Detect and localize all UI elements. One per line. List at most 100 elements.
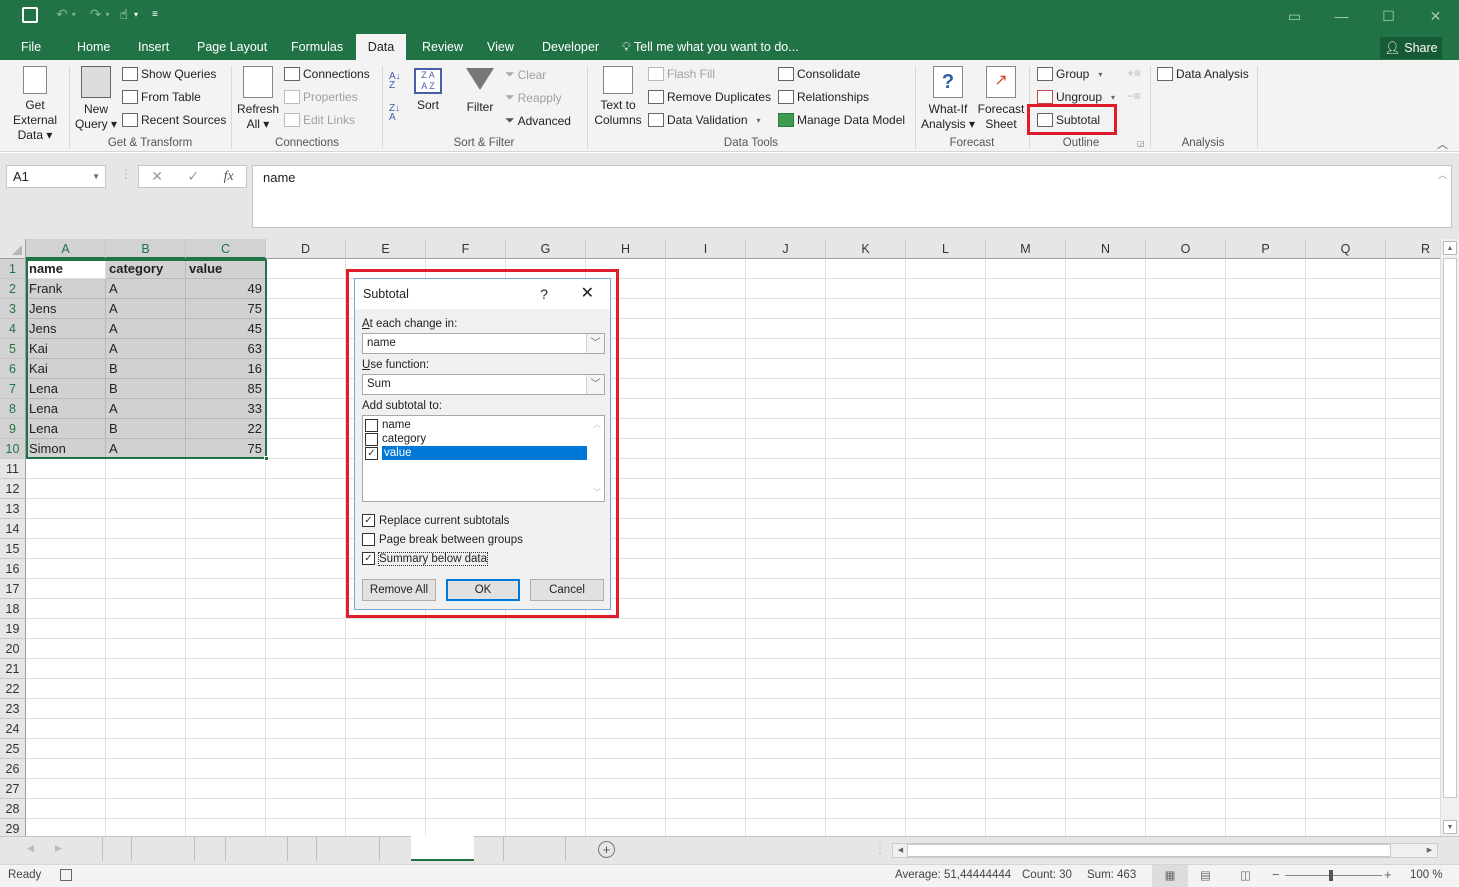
empty-cell[interactable] [186, 799, 266, 819]
empty-cell[interactable] [1146, 319, 1226, 339]
empty-cell[interactable] [906, 399, 986, 419]
empty-cell[interactable] [1226, 379, 1306, 399]
table-cell[interactable]: value [186, 259, 266, 279]
empty-cell[interactable] [906, 439, 986, 459]
clear-filter-button[interactable]: ⏷ Clear [505, 67, 546, 82]
empty-cell[interactable] [746, 379, 826, 399]
empty-cell[interactable] [906, 539, 986, 559]
empty-cell[interactable] [1146, 799, 1226, 819]
confirm-entry-icon[interactable]: ✓ [187, 168, 199, 185]
empty-cell[interactable] [1226, 359, 1306, 379]
table-cell[interactable]: B [106, 379, 186, 399]
empty-cell[interactable] [666, 599, 746, 619]
empty-cell[interactable] [1226, 439, 1306, 459]
empty-cell[interactable] [426, 659, 506, 679]
empty-cell[interactable] [666, 639, 746, 659]
empty-cell[interactable] [1386, 519, 1440, 539]
empty-cell[interactable] [906, 779, 986, 799]
column-header-d[interactable]: D [266, 239, 346, 259]
sheet-tab[interactable] [474, 837, 504, 861]
row-header-24[interactable]: 24 [0, 719, 26, 739]
checkbox-category[interactable] [365, 432, 378, 446]
empty-cell[interactable] [106, 619, 186, 639]
empty-cell[interactable] [826, 619, 906, 639]
empty-cell[interactable] [186, 499, 266, 519]
chevron-down-icon[interactable]: ﹀ [586, 334, 604, 353]
empty-cell[interactable] [1066, 779, 1146, 799]
table-cell[interactable]: A [106, 399, 186, 419]
empty-cell[interactable] [826, 499, 906, 519]
name-box[interactable]: A1 ▼ [6, 165, 106, 188]
empty-cell[interactable] [586, 699, 666, 719]
close-icon[interactable]: ✕ [1412, 0, 1459, 32]
table-cell[interactable]: 49 [186, 279, 266, 299]
prev-sheet-icon[interactable]: ◀ [27, 843, 34, 854]
table-cell[interactable]: Lena [26, 379, 106, 399]
empty-cell[interactable] [666, 679, 746, 699]
column-header-q[interactable]: Q [1306, 239, 1386, 259]
empty-cell[interactable] [1066, 619, 1146, 639]
column-header-o[interactable]: O [1146, 239, 1226, 259]
empty-cell[interactable] [826, 659, 906, 679]
column-header-e[interactable]: E [346, 239, 426, 259]
sheet-bar-grip-icon[interactable]: ⋮ [874, 842, 886, 856]
empty-cell[interactable] [266, 699, 346, 719]
empty-cell[interactable] [906, 639, 986, 659]
empty-cell[interactable] [1386, 419, 1440, 439]
empty-cell[interactable] [1226, 499, 1306, 519]
empty-cell[interactable] [986, 359, 1066, 379]
empty-cell[interactable] [106, 519, 186, 539]
connections-button[interactable]: Connections [284, 67, 370, 81]
empty-cell[interactable] [1146, 659, 1226, 679]
empty-cell[interactable] [266, 639, 346, 659]
empty-cell[interactable] [186, 599, 266, 619]
empty-cell[interactable] [986, 679, 1066, 699]
empty-cell[interactable] [266, 319, 346, 339]
empty-cell[interactable] [26, 699, 106, 719]
row-header-3[interactable]: 3 [0, 299, 26, 319]
empty-cell[interactable] [106, 759, 186, 779]
row-header-11[interactable]: 11 [0, 459, 26, 479]
empty-cell[interactable] [346, 799, 426, 819]
tab-view[interactable]: View [479, 34, 522, 60]
empty-cell[interactable] [826, 819, 906, 836]
empty-cell[interactable] [1306, 279, 1386, 299]
empty-cell[interactable] [266, 779, 346, 799]
new-sheet-icon[interactable]: + [598, 841, 615, 858]
row-header-18[interactable]: 18 [0, 599, 26, 619]
forecast-sheet-button[interactable]: ↗ Forecast Sheet [976, 66, 1026, 132]
empty-cell[interactable] [1226, 519, 1306, 539]
empty-cell[interactable] [1306, 439, 1386, 459]
column-header-i[interactable]: I [666, 239, 746, 259]
empty-cell[interactable] [746, 399, 826, 419]
empty-cell[interactable] [1066, 559, 1146, 579]
empty-cell[interactable] [506, 619, 586, 639]
empty-cell[interactable] [266, 619, 346, 639]
empty-cell[interactable] [826, 539, 906, 559]
next-sheet-icon[interactable]: ▶ [55, 843, 62, 854]
empty-cell[interactable] [666, 819, 746, 836]
checkbox-name[interactable] [365, 418, 378, 432]
empty-cell[interactable] [266, 739, 346, 759]
empty-cell[interactable] [826, 779, 906, 799]
empty-cell[interactable] [746, 539, 826, 559]
empty-cell[interactable] [906, 679, 986, 699]
empty-cell[interactable] [666, 319, 746, 339]
empty-cell[interactable] [986, 259, 1066, 279]
empty-cell[interactable] [906, 279, 986, 299]
empty-cell[interactable] [1226, 299, 1306, 319]
empty-cell[interactable] [746, 519, 826, 539]
worksheet-grid[interactable]: A B C D E F G H I J K L M N O P Q R 1 name category value 2 Fra… [0, 239, 1440, 836]
table-cell[interactable]: 85 [186, 379, 266, 399]
empty-cell[interactable] [186, 739, 266, 759]
empty-cell[interactable] [1226, 259, 1306, 279]
empty-cell[interactable] [986, 619, 1066, 639]
tab-page-layout[interactable]: Page Layout [189, 34, 275, 60]
empty-cell[interactable] [1226, 779, 1306, 799]
sheet-tab[interactable] [102, 837, 132, 861]
empty-cell[interactable] [986, 779, 1066, 799]
empty-cell[interactable] [1066, 399, 1146, 419]
empty-cell[interactable] [666, 259, 746, 279]
ungroup-button[interactable]: Ungroup ▾ [1037, 90, 1115, 104]
empty-cell[interactable] [746, 439, 826, 459]
